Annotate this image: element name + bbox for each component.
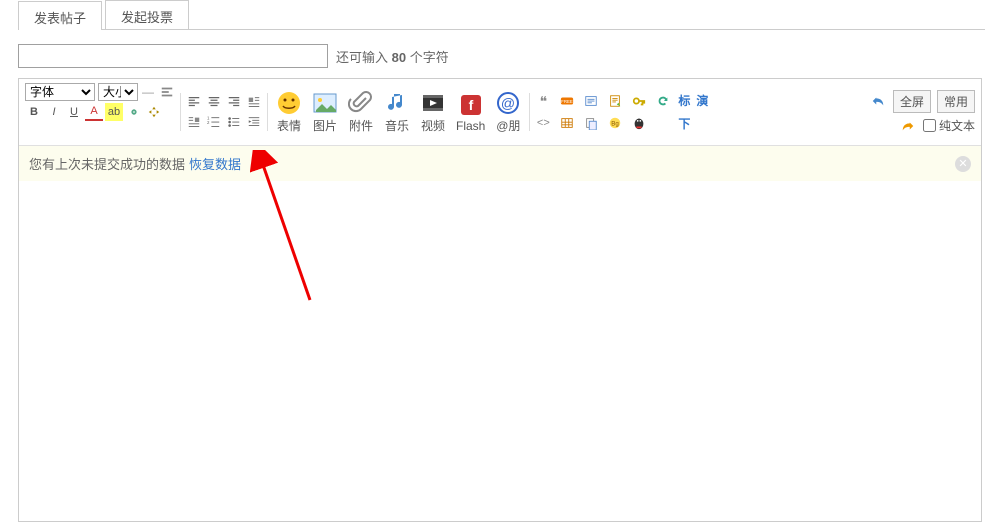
divider	[529, 93, 530, 131]
tab-post[interactable]: 发表帖子	[18, 1, 102, 30]
editor: 字体 大小 — B I U A ab	[18, 78, 982, 522]
emoji-label: 表情	[277, 117, 301, 134]
friend-label: @朋	[496, 117, 520, 134]
image-button[interactable]: 图片	[312, 90, 338, 134]
hint-prefix: 还可输入	[336, 50, 392, 65]
divider	[180, 93, 181, 131]
autolayout-button[interactable]	[145, 103, 163, 121]
refresh-button[interactable]	[654, 92, 672, 110]
backcolor-button[interactable]: ab	[105, 103, 123, 121]
title-input[interactable]	[18, 44, 328, 68]
undo-button[interactable]	[869, 92, 887, 110]
indent-button[interactable]	[245, 113, 263, 131]
link-button[interactable]	[125, 103, 143, 121]
emoji-button[interactable]: 表情	[276, 90, 302, 134]
attach-button[interactable]: 附件	[348, 90, 374, 134]
flash-button[interactable]: f Flash	[456, 92, 485, 133]
divider	[267, 93, 268, 131]
align-center-button[interactable]	[205, 93, 223, 111]
svg-text:@: @	[501, 95, 515, 111]
fullscreen-button[interactable]: 全屏	[893, 90, 931, 113]
forecolor-button[interactable]: A	[85, 103, 103, 121]
music-button[interactable]: 音乐	[384, 90, 410, 134]
tab-poll[interactable]: 发起投票	[105, 0, 189, 29]
quote-button[interactable]: ❝	[534, 92, 552, 110]
align-left-button[interactable]	[185, 93, 203, 111]
svg-text:Bg: Bg	[612, 121, 619, 128]
flash-icon: f	[458, 92, 484, 118]
table-button[interactable]	[558, 114, 576, 132]
size-select[interactable]: 大小	[98, 83, 138, 101]
editor-textarea[interactable]	[19, 181, 981, 521]
attach-label: 附件	[349, 117, 373, 134]
at-icon: @	[495, 90, 521, 116]
common-button[interactable]: 常用	[937, 90, 975, 113]
hide-button[interactable]	[582, 92, 600, 110]
music-icon	[384, 90, 410, 116]
svg-text:f: f	[468, 97, 473, 113]
image-icon	[312, 90, 338, 116]
ordered-list-button[interactable]: 12	[205, 113, 223, 131]
svg-text:FREE: FREE	[562, 99, 574, 104]
free-icon[interactable]: FREE	[558, 92, 576, 110]
unordered-list-button[interactable]	[225, 113, 243, 131]
underline-button[interactable]: U	[65, 103, 83, 121]
clipboard-button[interactable]	[582, 114, 600, 132]
recover-link[interactable]: 恢复数据	[189, 154, 241, 173]
hint-suffix: 个字符	[406, 50, 449, 65]
redo-button[interactable]	[899, 117, 917, 135]
code-button[interactable]: <>	[534, 114, 552, 132]
plaintext-toggle[interactable]: 纯文本	[923, 117, 975, 134]
video-label: 视频	[421, 117, 445, 134]
flash-label: Flash	[456, 119, 485, 133]
svg-text:2: 2	[207, 120, 210, 125]
tab-bar: 发表帖子 发起投票	[18, 0, 985, 30]
italic-button[interactable]: I	[45, 103, 63, 121]
hint-count: 80	[392, 50, 406, 65]
key-button[interactable]	[630, 92, 648, 110]
close-icon[interactable]: ✕	[955, 156, 971, 172]
image-label: 图片	[313, 117, 337, 134]
page-button[interactable]	[606, 92, 624, 110]
at-friend-button[interactable]: @ @朋	[495, 90, 521, 134]
font-select[interactable]: 字体	[25, 83, 95, 101]
recovery-notice: 您有上次未提交成功的数据 恢复数据 ✕	[19, 146, 981, 181]
bg-button[interactable]: Bg	[606, 114, 624, 132]
char-hint: 还可输入 80 个字符	[336, 47, 449, 66]
music-label: 音乐	[385, 117, 409, 134]
toolbar: 字体 大小 — B I U A ab	[19, 79, 981, 146]
notice-text: 您有上次未提交成功的数据	[29, 154, 185, 173]
yan-button[interactable]: 演	[696, 92, 708, 109]
removeformat-icon[interactable]	[158, 83, 176, 101]
dash-icon: —	[141, 85, 155, 99]
float-right-button[interactable]	[185, 113, 203, 131]
qq-button[interactable]	[630, 114, 648, 132]
video-icon	[420, 90, 446, 116]
plaintext-checkbox[interactable]	[923, 119, 936, 132]
float-left-button[interactable]	[245, 93, 263, 111]
emoji-icon	[276, 90, 302, 116]
bold-button[interactable]: B	[25, 103, 43, 121]
biao-button[interactable]: 标	[678, 92, 690, 109]
attach-icon	[348, 90, 374, 116]
xia-button[interactable]: 下	[678, 115, 690, 132]
video-button[interactable]: 视频	[420, 90, 446, 134]
plaintext-label: 纯文本	[939, 117, 975, 134]
align-right-button[interactable]	[225, 93, 243, 111]
